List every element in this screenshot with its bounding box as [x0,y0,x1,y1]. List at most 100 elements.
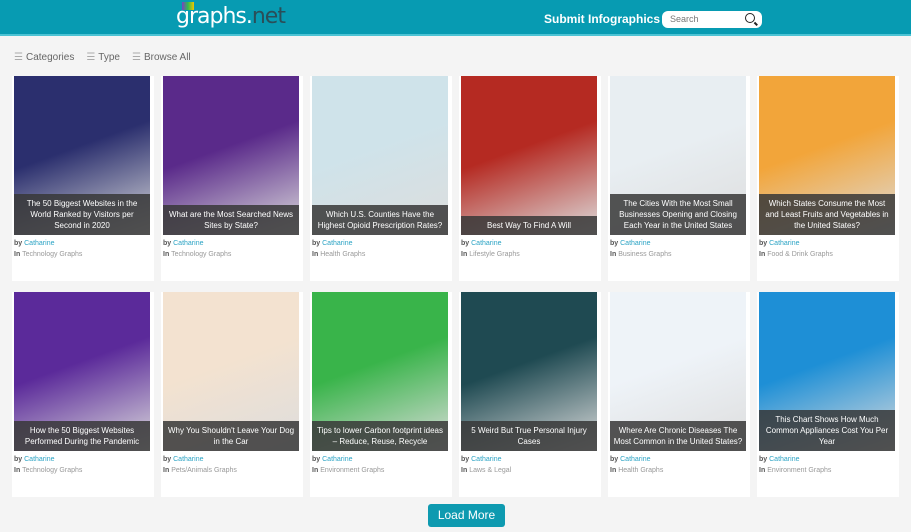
infographic-thumbnail[interactable]: Best Way To Find A Will [461,76,597,235]
search-icon[interactable] [745,13,755,23]
category-link[interactable]: Pets/Animals Graphs [171,467,237,474]
author-link[interactable]: Catharine [471,456,501,463]
category-link[interactable]: Business Graphs [618,251,671,258]
card-meta: by Catharine In Environment Graphs [312,454,384,476]
category-link[interactable]: Environment Graphs [767,467,831,474]
in-label: In [312,467,319,474]
by-label: by [610,240,619,247]
infographic-thumbnail[interactable]: The Cities With the Most Small Businesse… [610,76,746,235]
card-meta: by Catharine In Health Graphs [312,238,365,260]
category-link[interactable]: Health Graphs [618,467,663,474]
infographic-card[interactable]: Which U.S. Counties Have the Highest Opi… [310,76,452,281]
filter-label: Browse All [143,52,191,63]
card-title[interactable]: Which U.S. Counties Have the Highest Opi… [312,205,448,235]
card-title[interactable]: Tips to lower Carbon footprint ideas – R… [312,421,448,451]
card-title[interactable]: What are the Most Searched News Sites by… [163,205,299,235]
in-label: In [14,467,21,474]
card-title[interactable]: Why You Shouldn't Leave Your Dog in the … [163,421,299,451]
infographic-card[interactable]: How the 50 Biggest Websites Performed Du… [12,292,154,497]
category-link[interactable]: Technology Graphs [22,251,82,258]
card-title[interactable]: The 50 Biggest Websites in the World Ran… [14,194,150,235]
card-meta: by Catharine In Pets/Animals Graphs [163,454,237,476]
search-placeholder: Search [670,14,699,24]
search-input[interactable]: Search [662,11,762,28]
by-label: by [14,240,23,247]
card-title[interactable]: 5 Weird But True Personal Injury Cases [461,421,597,451]
infographic-card[interactable]: 5 Weird But True Personal Injury Cases b… [459,292,601,497]
author-link[interactable]: Catharine [769,240,799,247]
author-link[interactable]: Catharine [620,456,650,463]
infographic-card[interactable]: Which States Consume the Most and Least … [757,76,899,281]
infographic-card[interactable]: Best Way To Find A Will by Catharine In L… [459,76,601,281]
infographic-thumbnail[interactable]: What are the Most Searched News Sites by… [163,76,299,235]
submit-infographics-link[interactable]: Submit Infographics [544,12,660,26]
by-label: by [312,456,321,463]
by-label: by [759,240,768,247]
in-label: In [610,467,617,474]
card-title[interactable]: Where Are Chronic Diseases The Most Comm… [610,421,746,451]
infographic-card[interactable]: This Chart Shows How Much Common Applian… [757,292,899,497]
category-link[interactable]: Food & Drink Graphs [767,251,833,258]
card-meta: by Catharine In Laws & Legal [461,454,511,476]
author-link[interactable]: Catharine [322,240,352,247]
in-label: In [14,251,21,258]
infographic-card[interactable]: Why You Shouldn't Leave Your Dog in the … [161,292,303,497]
infographic-thumbnail[interactable]: Which States Consume the Most and Least … [759,76,895,235]
filter-categories[interactable]: ☰ Categories [14,52,74,63]
logo-text: graphs. [176,4,253,29]
author-link[interactable]: Catharine [322,456,352,463]
filter-label: Categories [25,52,75,63]
infographic-thumbnail[interactable]: Which U.S. Counties Have the Highest Opi… [312,76,448,235]
card-title[interactable]: How the 50 Biggest Websites Performed Du… [14,421,150,451]
filter-type[interactable]: ☰ Type [86,52,120,63]
author-link[interactable]: Catharine [173,456,203,463]
infographic-card[interactable]: The Cities With the Most Small Businesse… [608,76,750,281]
infographic-thumbnail[interactable]: How the 50 Biggest Websites Performed Du… [14,292,150,451]
filter-label: Type [98,52,120,63]
author-link[interactable]: Catharine [173,240,203,247]
category-link[interactable]: Laws & Legal [469,467,511,474]
site-header: graphs.net Submit Infographics Search [0,0,911,36]
infographic-card[interactable]: Where Are Chronic Diseases The Most Comm… [608,292,750,497]
by-label: by [163,240,172,247]
author-link[interactable]: Catharine [24,240,54,247]
author-link[interactable]: Catharine [769,456,799,463]
card-meta: by Catharine In Business Graphs [610,238,672,260]
card-meta: by Catharine In Technology Graphs [14,238,82,260]
category-link[interactable]: Technology Graphs [22,467,82,474]
infographic-thumbnail[interactable]: The 50 Biggest Websites in the World Ran… [14,76,150,235]
category-link[interactable]: Health Graphs [320,251,365,258]
category-link[interactable]: Environment Graphs [320,467,384,474]
card-meta: by Catharine In Technology Graphs [163,238,231,260]
infographic-card[interactable]: Tips to lower Carbon footprint ideas – R… [310,292,452,497]
infographic-thumbnail[interactable]: This Chart Shows How Much Common Applian… [759,292,895,451]
infographic-thumbnail[interactable]: Tips to lower Carbon footprint ideas – R… [312,292,448,451]
author-link[interactable]: Catharine [471,240,501,247]
infographic-card[interactable]: What are the Most Searched News Sites by… [161,76,303,281]
by-label: by [312,240,321,247]
in-label: In [759,251,766,258]
card-title[interactable]: The Cities With the Most Small Businesse… [610,194,746,235]
in-label: In [461,467,468,474]
filter-browse-all[interactable]: ☰ Browse All [132,52,191,63]
author-link[interactable]: Catharine [620,240,650,247]
infographic-thumbnail[interactable]: 5 Weird But True Personal Injury Cases [461,292,597,451]
site-logo[interactable]: graphs.net [176,4,286,29]
infographic-card[interactable]: The 50 Biggest Websites in the World Ran… [12,76,154,281]
card-title[interactable]: This Chart Shows How Much Common Applian… [759,410,895,451]
load-more-button[interactable]: Load More [428,504,505,527]
category-link[interactable]: Technology Graphs [171,251,231,258]
card-meta: by Catharine In Food & Drink Graphs [759,238,833,260]
author-link[interactable]: Catharine [24,456,54,463]
in-label: In [163,467,170,474]
category-link[interactable]: Lifestyle Graphs [469,251,520,258]
card-title[interactable]: Best Way To Find A Will [461,216,597,235]
in-label: In [759,467,766,474]
menu-icon: ☰ [131,52,141,63]
menu-icon: ☰ [14,52,23,63]
card-title[interactable]: Which States Consume the Most and Least … [759,194,895,235]
by-label: by [163,456,172,463]
infographic-thumbnail[interactable]: Where Are Chronic Diseases The Most Comm… [610,292,746,451]
by-label: by [461,240,470,247]
infographic-thumbnail[interactable]: Why You Shouldn't Leave Your Dog in the … [163,292,299,451]
